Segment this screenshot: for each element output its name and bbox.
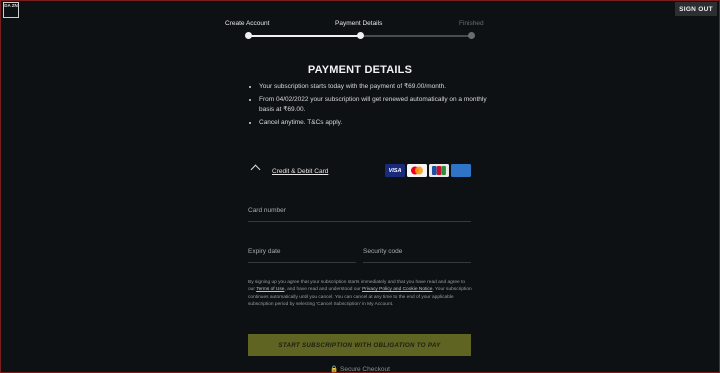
app-frame bbox=[0, 0, 720, 373]
step-label-create-account: Create Account bbox=[225, 20, 270, 27]
lock-icon: 🔒 bbox=[330, 366, 339, 373]
mastercard-icon bbox=[407, 164, 427, 177]
amex-icon bbox=[451, 164, 471, 177]
terms-of-use-link[interactable]: Terms of Use bbox=[256, 287, 284, 292]
progress-stepper: Create Account Payment Details Finished bbox=[0, 20, 720, 50]
secure-checkout-label: Secure Checkout bbox=[340, 366, 390, 373]
step-dot-create-account bbox=[245, 32, 252, 39]
dazn-logo[interactable]: DA ZN bbox=[3, 2, 19, 18]
payment-method-row[interactable]: Credit & Debit Card VISA bbox=[248, 164, 471, 180]
subscription-info-list: Your subscription starts today with the … bbox=[248, 82, 491, 131]
page-title: PAYMENT DETAILS bbox=[307, 64, 413, 76]
progress-track-remaining bbox=[360, 35, 471, 37]
step-label-payment-details: Payment Details bbox=[335, 20, 383, 27]
step-dot-payment-details bbox=[357, 32, 364, 39]
legal-text: , and have read and understood our bbox=[284, 287, 363, 293]
sign-out-button[interactable]: SIGN OUT bbox=[675, 2, 717, 16]
expiry-date-field[interactable]: Expiry date bbox=[248, 248, 356, 263]
card-logos: VISA bbox=[385, 164, 471, 177]
step-dot-finished bbox=[468, 32, 475, 39]
list-item: Cancel anytime. T&Cs apply. bbox=[259, 118, 491, 128]
list-item: From 04/02/2022 your subscription will g… bbox=[259, 95, 491, 115]
start-subscription-button[interactable]: START SUBSCRIPTION WITH OBLIGATION TO PA… bbox=[248, 334, 471, 356]
chevron-up-icon[interactable] bbox=[250, 164, 261, 175]
progress-track-completed bbox=[248, 35, 360, 37]
list-item: Your subscription starts today with the … bbox=[259, 82, 491, 92]
privacy-policy-link[interactable]: Privacy Policy and Cookie Notice bbox=[362, 287, 432, 292]
security-code-field[interactable]: Security code bbox=[363, 248, 471, 263]
credit-debit-card-link[interactable]: Credit & Debit Card bbox=[272, 168, 328, 175]
step-label-finished: Finished bbox=[459, 20, 484, 27]
card-number-field[interactable]: Card number bbox=[248, 207, 471, 222]
secure-checkout: 🔒 Secure Checkout bbox=[0, 365, 720, 373]
jcb-icon bbox=[429, 164, 449, 177]
visa-icon: VISA bbox=[385, 164, 405, 177]
legal-notice: By signing up you agree that your subscr… bbox=[248, 279, 472, 309]
